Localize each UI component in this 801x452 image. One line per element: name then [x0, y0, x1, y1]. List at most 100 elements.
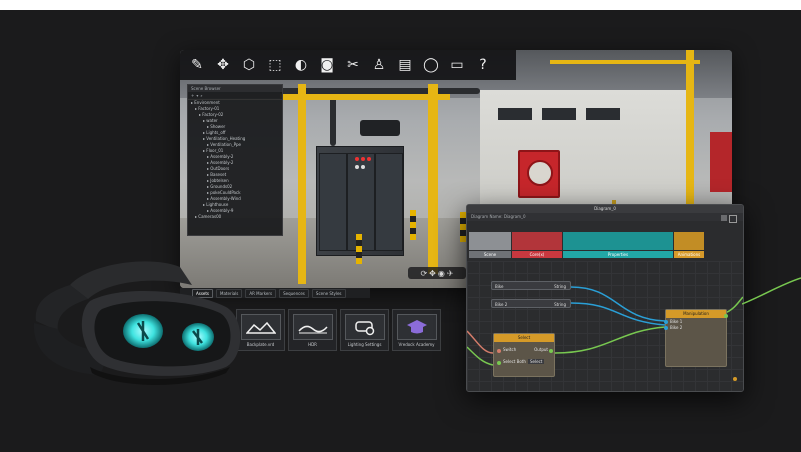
output-pin[interactable]: [549, 349, 553, 353]
scene-item-label: Floor_01: [206, 148, 224, 153]
help-icon[interactable]: ?: [472, 54, 494, 76]
mountain-icon: [293, 314, 333, 340]
input-pin[interactable]: [664, 320, 668, 324]
headset-gear-icon: [345, 314, 385, 340]
junction-box: [360, 120, 400, 136]
orbit-icon[interactable]: ⟳: [420, 269, 427, 278]
yellow-beam: [428, 84, 438, 274]
scene-browser[interactable]: Scene Browser + ▾ ⌕ ▸ Environment ▸ Facto…: [187, 84, 283, 236]
pin-label: Bike 1: [670, 319, 683, 324]
pin-label: Select Both: [503, 359, 526, 364]
string-output-label: String: [554, 302, 566, 307]
panel-toggle-icon[interactable]: [721, 215, 727, 221]
palette-core[interactable]: Core(x): [512, 232, 562, 258]
cube-icon[interactable]: ⬡: [238, 54, 260, 76]
asset-vredock-academy[interactable]: Vredock Academy: [392, 309, 441, 351]
red-panel: [710, 132, 732, 192]
scene-item-label: Factory-01: [198, 106, 220, 111]
node-editor-window[interactable]: Diagram_0 Diagram Name: Diagram_0 Scene …: [466, 204, 744, 392]
scene-item-label: Environment: [194, 100, 220, 105]
top-band: [0, 0, 801, 10]
material-icon[interactable]: ◐: [290, 54, 312, 76]
wall-window: [586, 108, 620, 120]
scene-tree-item[interactable]: ▸ Cameras00: [188, 214, 282, 220]
graduation-cap-icon: [397, 314, 437, 340]
scene-item-label: pokeCouldPack: [210, 190, 241, 195]
pin-label: Switch: [503, 347, 517, 352]
brush-icon[interactable]: ✎: [186, 54, 208, 76]
filter-icon[interactable]: ▾: [196, 93, 198, 98]
tab-sequences[interactable]: Sequences: [279, 288, 309, 298]
asset-label: HDR: [308, 342, 317, 347]
pin-label: Output: [534, 347, 548, 352]
select-node[interactable]: Select Switch Output Select Both Select: [493, 333, 555, 377]
move-icon[interactable]: ✥: [212, 54, 234, 76]
palette-label: Animations: [674, 251, 704, 258]
scene-item-label: Assembly-2: [210, 154, 234, 159]
pipe: [330, 96, 336, 146]
scene-item-label: Cameras00: [198, 214, 222, 219]
scene-item-label: Assembly-2: [210, 160, 234, 165]
scene-item-label: OutDoors: [210, 166, 230, 171]
scene-tree: ▸ Environment ▸ Factory-01 ▸ Factory-02 ▸ w…: [188, 100, 282, 220]
vr-headset-icon: [33, 261, 241, 385]
string-node[interactable]: Bike String: [491, 281, 571, 290]
scene-item-label: Shower: [210, 124, 226, 129]
pan-icon[interactable]: ✥: [429, 269, 436, 278]
input-pin[interactable]: [497, 361, 501, 365]
fire-hose-cabinet: [518, 150, 560, 198]
person-icon[interactable]: ♙: [368, 54, 390, 76]
add-icon[interactable]: +: [191, 93, 194, 98]
vr-headset-illustration: [30, 255, 250, 395]
scene-item-label: Lights_off: [206, 130, 226, 135]
asset-lighting-settings[interactable]: Lighting Settings: [340, 309, 389, 351]
safety-bollard: [410, 210, 416, 240]
yellow-beam: [280, 94, 450, 100]
search-icon[interactable]: ⌕: [200, 93, 202, 98]
scene-item-label: Assembly-Wind: [210, 196, 241, 201]
input-pin[interactable]: [664, 326, 668, 330]
safety-bollard: [356, 234, 362, 264]
output-pin[interactable]: [724, 314, 728, 318]
pin-label: Bike 2: [670, 325, 683, 330]
scene-item-label: Factory-02: [202, 112, 224, 117]
palette-properties[interactable]: Properties: [563, 232, 673, 258]
string-value: Bike: [495, 284, 504, 289]
camera-icon[interactable]: ◙: [316, 54, 338, 76]
scene-item-label: Jobtelsen: [210, 178, 229, 183]
string-value: Bike 2: [495, 302, 508, 307]
fly-icon[interactable]: ✈: [447, 269, 454, 278]
resize-handle-icon[interactable]: [733, 377, 737, 381]
node-editor-subtitle: Diagram Name: Diagram_0: [467, 213, 743, 221]
scene-item-label: Lighthouse: [206, 202, 229, 207]
scene-item-label: water: [206, 118, 218, 123]
node-graph-canvas[interactable]: Bike String Bike 2 String Select Switch …: [467, 261, 743, 391]
scene-item-label: Baseset: [210, 172, 227, 177]
tab-scene-styles[interactable]: Scene Styles: [311, 288, 346, 298]
string-node[interactable]: Bike 2 String: [491, 299, 571, 308]
yellow-railing: [550, 60, 700, 64]
window-icon[interactable]: [729, 215, 737, 223]
asset-hdr[interactable]: HDR: [288, 309, 337, 351]
panel-icon[interactable]: ▤: [394, 54, 416, 76]
outgoing-wire: [742, 277, 801, 305]
palette-label: Properties: [563, 251, 673, 258]
manipulation-node[interactable]: Manipulation Bike 1 Bike 2: [664, 309, 728, 367]
asset-label: Lighting Settings: [347, 342, 382, 347]
string-output-label: String: [554, 284, 566, 289]
palette-label: Core(x): [512, 251, 562, 258]
scene-browser-tools: + ▾ ⌕: [188, 92, 282, 100]
palette-animations[interactable]: Animations: [674, 232, 704, 258]
yellow-beam: [298, 84, 306, 284]
node-title: Select: [494, 334, 554, 342]
input-pin[interactable]: [497, 349, 501, 353]
wall-window: [498, 108, 532, 120]
main-toolbar: ✎ ✥ ⬡ ⬚ ◐ ◙ ✂ ♙ ▤ ◯ ▭ ?: [180, 50, 516, 80]
select-dropdown[interactable]: Select: [528, 359, 545, 364]
palette-scene[interactable]: Scene: [469, 232, 511, 258]
tools-icon[interactable]: ✂: [342, 54, 364, 76]
select-box-icon[interactable]: ⬚: [264, 54, 286, 76]
vr-icon[interactable]: ◯: [420, 54, 442, 76]
zoom-icon[interactable]: ◉: [438, 269, 445, 278]
presentation-icon[interactable]: ▭: [446, 54, 468, 76]
